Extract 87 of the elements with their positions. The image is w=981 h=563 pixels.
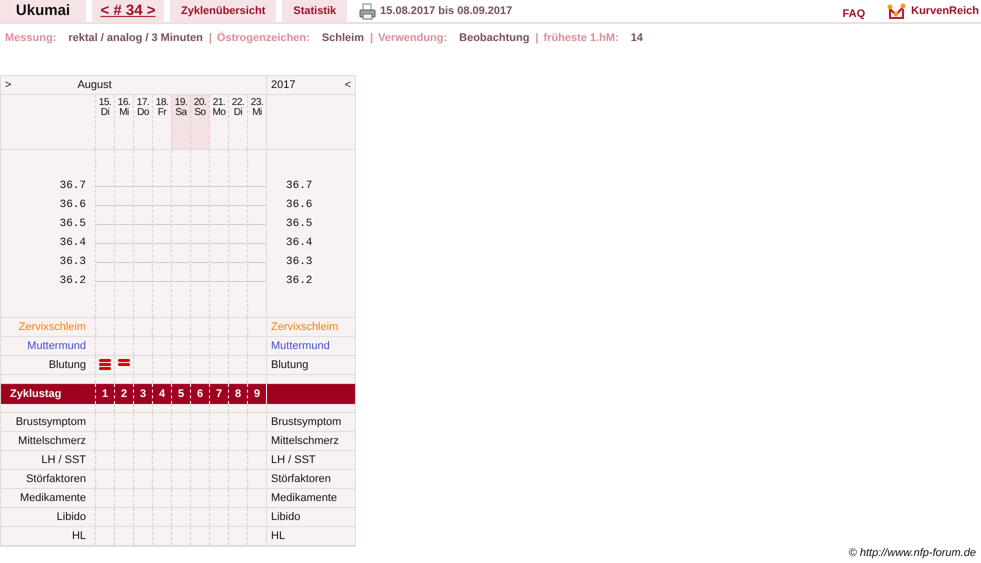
temperature-label: 36.4	[58, 236, 86, 251]
temperature-label: 36.5	[286, 217, 314, 232]
copyright-text: © http://www.nfp-forum.de	[848, 546, 976, 561]
weekday: Di	[232, 108, 244, 118]
cycle-day-label: Zyklustag	[9, 387, 62, 402]
info-value: Beobachtung	[459, 31, 530, 46]
weekday: Sa	[174, 108, 188, 118]
info-label: Messung:	[5, 31, 56, 46]
weekday: So	[193, 108, 207, 118]
row-label: Libido	[266, 508, 355, 526]
day-date: 20.	[192, 98, 208, 108]
info-value: Schleim	[322, 31, 364, 46]
month-label: August	[77, 78, 112, 93]
day-date: 18.	[154, 98, 170, 108]
row-label: Blutung	[48, 358, 87, 373]
row-label: Störfaktoren	[25, 472, 87, 487]
row-label: LH / SST	[40, 453, 87, 468]
temperature-label: 36.5	[58, 217, 86, 232]
row-label: Medikamente	[18, 491, 87, 506]
temperature-label: 36.6	[58, 198, 86, 213]
nav-arrow[interactable]: >	[5, 76, 12, 94]
year-label: 2017	[271, 78, 296, 93]
weekday: Di	[100, 108, 110, 118]
day-date: 22.	[230, 98, 246, 108]
bleeding-icon	[98, 356, 112, 370]
faq-link[interactable]: FAQ	[842, 6, 866, 22]
info-value: rektal / analog / 3 Minuten	[68, 31, 203, 46]
row-label: Libido	[56, 510, 87, 525]
nav-tab[interactable]: Zyklenübersicht	[170, 0, 276, 23]
logo-icon[interactable]	[887, 3, 908, 19]
weekday: Mi	[118, 108, 130, 118]
day-date: 16.	[116, 98, 132, 108]
brand-name: KurvenReich	[911, 4, 979, 19]
cycle-day-number: 3	[133, 384, 152, 404]
temperature-label: 36.6	[286, 198, 314, 213]
cycle-day-number: 6	[190, 384, 209, 404]
temperature-label: 36.3	[58, 255, 86, 270]
row-label: Zervixschleim	[266, 318, 355, 336]
cycle-day-number: 8	[228, 384, 247, 404]
day-date: 21.	[212, 98, 226, 108]
row-label: Mittelschmerz	[17, 434, 87, 449]
separator: |	[370, 31, 374, 46]
day-date: 15.	[98, 98, 112, 108]
row-label: Störfaktoren	[266, 470, 355, 488]
cycle-day-number: 7	[209, 384, 228, 404]
cycle-day-number: 2	[114, 384, 133, 404]
day-date: 19.	[174, 98, 188, 108]
cycle-day-number: 5	[171, 384, 190, 404]
row-label: Brustsymptom	[14, 415, 87, 430]
day-date: 17.	[136, 98, 150, 108]
weekday: Do	[136, 108, 150, 118]
temperature-label: 36.7	[286, 179, 314, 194]
cycle-day-number: 9	[247, 384, 266, 404]
bleeding-icon	[117, 356, 131, 366]
cycle-day-number: 4	[152, 384, 171, 404]
info-label: früheste 1.hM:	[544, 31, 619, 46]
info-value: 14	[630, 31, 643, 46]
weekday: Fr	[156, 108, 168, 118]
cycle-day-number: 1	[95, 384, 114, 404]
info-label: Verwendung:	[378, 31, 448, 46]
row-label: Medikamente	[266, 489, 355, 507]
nav-tab[interactable]: Statistik	[282, 0, 348, 23]
separator: |	[208, 31, 212, 46]
row-label: Muttermund	[266, 337, 355, 355]
temperature-label: 36.7	[58, 179, 86, 194]
temperature-label: 36.2	[58, 274, 86, 289]
printer-icon[interactable]	[359, 2, 376, 20]
row-label: LH / SST	[266, 451, 355, 469]
info-label: Östrogenzeichen:	[216, 30, 310, 46]
day-date: 23.	[250, 98, 264, 108]
row-label: Brustsymptom	[266, 413, 355, 431]
app-title: Ukumai	[0, 0, 86, 23]
nav-arrow[interactable]: <	[344, 76, 351, 94]
row-label: Muttermund	[26, 339, 87, 354]
date-range: 15.08.2017 bis 08.09.2017	[380, 4, 512, 19]
weekday: Mi	[251, 108, 263, 118]
row-label: HL	[70, 529, 87, 544]
row-label: Blutung	[266, 356, 355, 374]
row-label: Mittelschmerz	[266, 432, 355, 450]
temperature-label: 36.2	[286, 274, 314, 289]
row-label: Zervixschleim	[18, 320, 87, 335]
weekday: Mo	[212, 108, 226, 118]
temperature-label: 36.3	[286, 255, 314, 270]
cycle-navigation[interactable]: < # 34 >	[92, 0, 164, 23]
row-label: HL	[266, 527, 355, 545]
separator: |	[535, 31, 538, 46]
temperature-label: 36.4	[286, 236, 314, 251]
